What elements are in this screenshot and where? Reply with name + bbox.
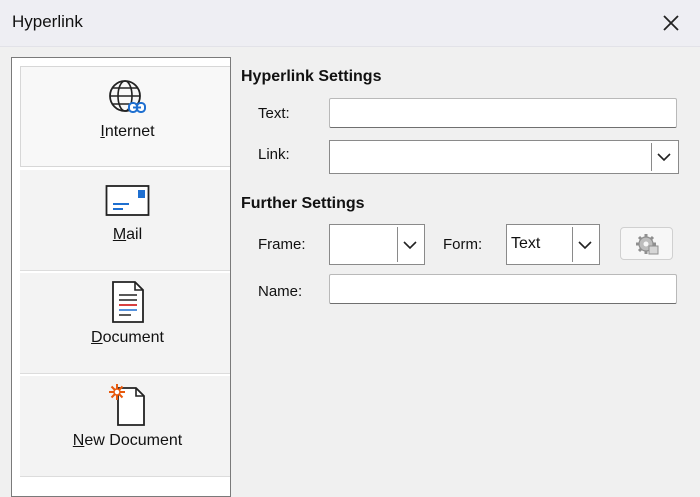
sidebar-item-document[interactable]: Document	[20, 273, 230, 374]
dialog-body: Internet Mail Document New Document Hype…	[0, 47, 700, 497]
name-label: Name:	[258, 283, 303, 300]
text-input[interactable]	[329, 98, 677, 128]
sidebar-item-label: Document	[91, 329, 164, 346]
gear-macro-icon	[635, 233, 658, 254]
document-icon	[111, 281, 144, 323]
chevron-down-icon	[578, 240, 592, 249]
dialog-title: Hyperlink	[12, 12, 83, 31]
close-button[interactable]	[656, 8, 686, 38]
link-dropdown-button[interactable]	[651, 143, 676, 171]
name-input[interactable]	[329, 274, 677, 304]
title-bar: Hyperlink	[0, 0, 700, 47]
close-icon	[663, 15, 679, 31]
frame-label: Frame:	[258, 236, 306, 253]
form-label: Form:	[443, 236, 483, 253]
text-label: Text:	[258, 105, 290, 122]
form-select[interactable]: Text	[506, 224, 600, 265]
frame-dropdown-button[interactable]	[397, 227, 422, 262]
sidebar-item-new-document[interactable]: New Document	[20, 376, 230, 477]
form-dropdown-button[interactable]	[572, 227, 597, 262]
sidebar-item-label: Internet	[100, 123, 155, 140]
sidebar-item-label: Mail	[112, 226, 143, 243]
globe-link-icon	[108, 80, 146, 113]
chevron-down-icon	[657, 153, 671, 162]
further-settings-title: Further Settings	[241, 195, 365, 212]
form-value: Text	[511, 235, 541, 252]
hyperlink-settings-title: Hyperlink Settings	[241, 68, 382, 85]
chevron-down-icon	[403, 240, 417, 249]
mail-icon	[105, 185, 149, 216]
link-combobox[interactable]	[329, 140, 679, 174]
frame-combobox[interactable]	[329, 224, 425, 265]
sidebar-item-mail[interactable]: Mail	[20, 170, 230, 271]
events-button[interactable]	[620, 227, 673, 260]
new-document-icon	[108, 384, 145, 426]
link-label: Link:	[258, 146, 290, 163]
sidebar-item-label: New Document	[72, 432, 183, 449]
sidebar-item-internet[interactable]: Internet	[20, 66, 230, 167]
hyperlink-type-sidebar: Internet Mail Document New Document	[11, 57, 231, 497]
